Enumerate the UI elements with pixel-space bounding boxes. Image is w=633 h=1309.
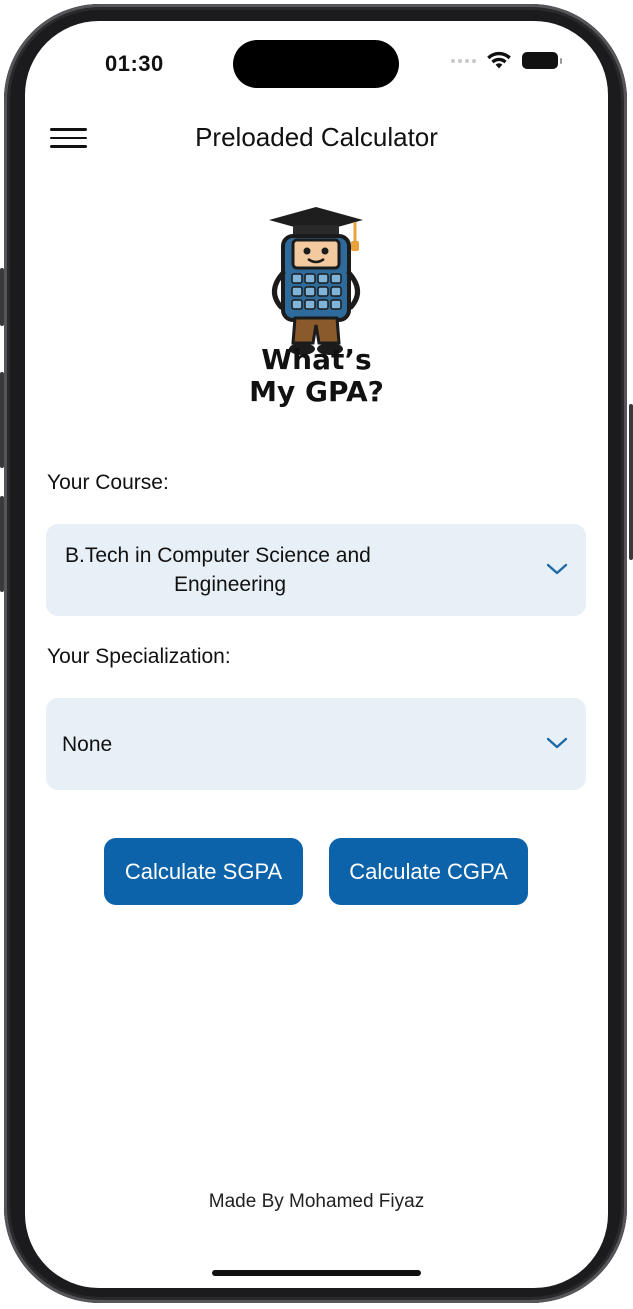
calculate-sgpa-button[interactable]: Calculate SGPA xyxy=(104,838,303,905)
page-title: Preloaded Calculator xyxy=(195,122,438,152)
status-time: 01:30 xyxy=(105,51,164,76)
course-dropdown[interactable]: B.Tech in Computer Science and Engineeri… xyxy=(46,524,586,616)
logo-line-1: What’s xyxy=(261,343,372,376)
wifi-icon xyxy=(487,51,511,69)
dynamic-island xyxy=(233,40,399,88)
course-value-line-2: Engineering xyxy=(174,573,287,596)
course-value-line-1: B.Tech in Computer Science and xyxy=(65,544,371,567)
action-button xyxy=(0,268,4,326)
status-icons xyxy=(451,51,562,70)
power-button xyxy=(629,404,633,560)
nav-bar: Preloaded Calculator xyxy=(25,116,608,160)
home-indicator[interactable] xyxy=(212,1270,421,1276)
chevron-down-icon xyxy=(546,563,568,575)
specialization-value: None xyxy=(62,733,113,756)
logo-wordmark: What’s My GPA? xyxy=(25,344,608,408)
app-screen: 01:30 Preloaded Calculator What’s My GPA… xyxy=(25,21,608,1288)
volume-down-button xyxy=(0,496,4,592)
calculate-cgpa-button[interactable]: Calculate CGPA xyxy=(329,838,528,905)
signal-dots-icon xyxy=(451,58,476,63)
course-label: Your Course: xyxy=(47,471,169,494)
specialization-label: Your Specialization: xyxy=(47,645,231,668)
logo-line-2: My GPA? xyxy=(249,375,384,408)
volume-up-button xyxy=(0,372,4,468)
battery-icon xyxy=(522,52,562,69)
footer-credit: Made By Mohamed Fiyaz xyxy=(208,1191,425,1212)
chevron-down-icon xyxy=(546,737,568,749)
specialization-dropdown[interactable]: None xyxy=(46,698,586,790)
